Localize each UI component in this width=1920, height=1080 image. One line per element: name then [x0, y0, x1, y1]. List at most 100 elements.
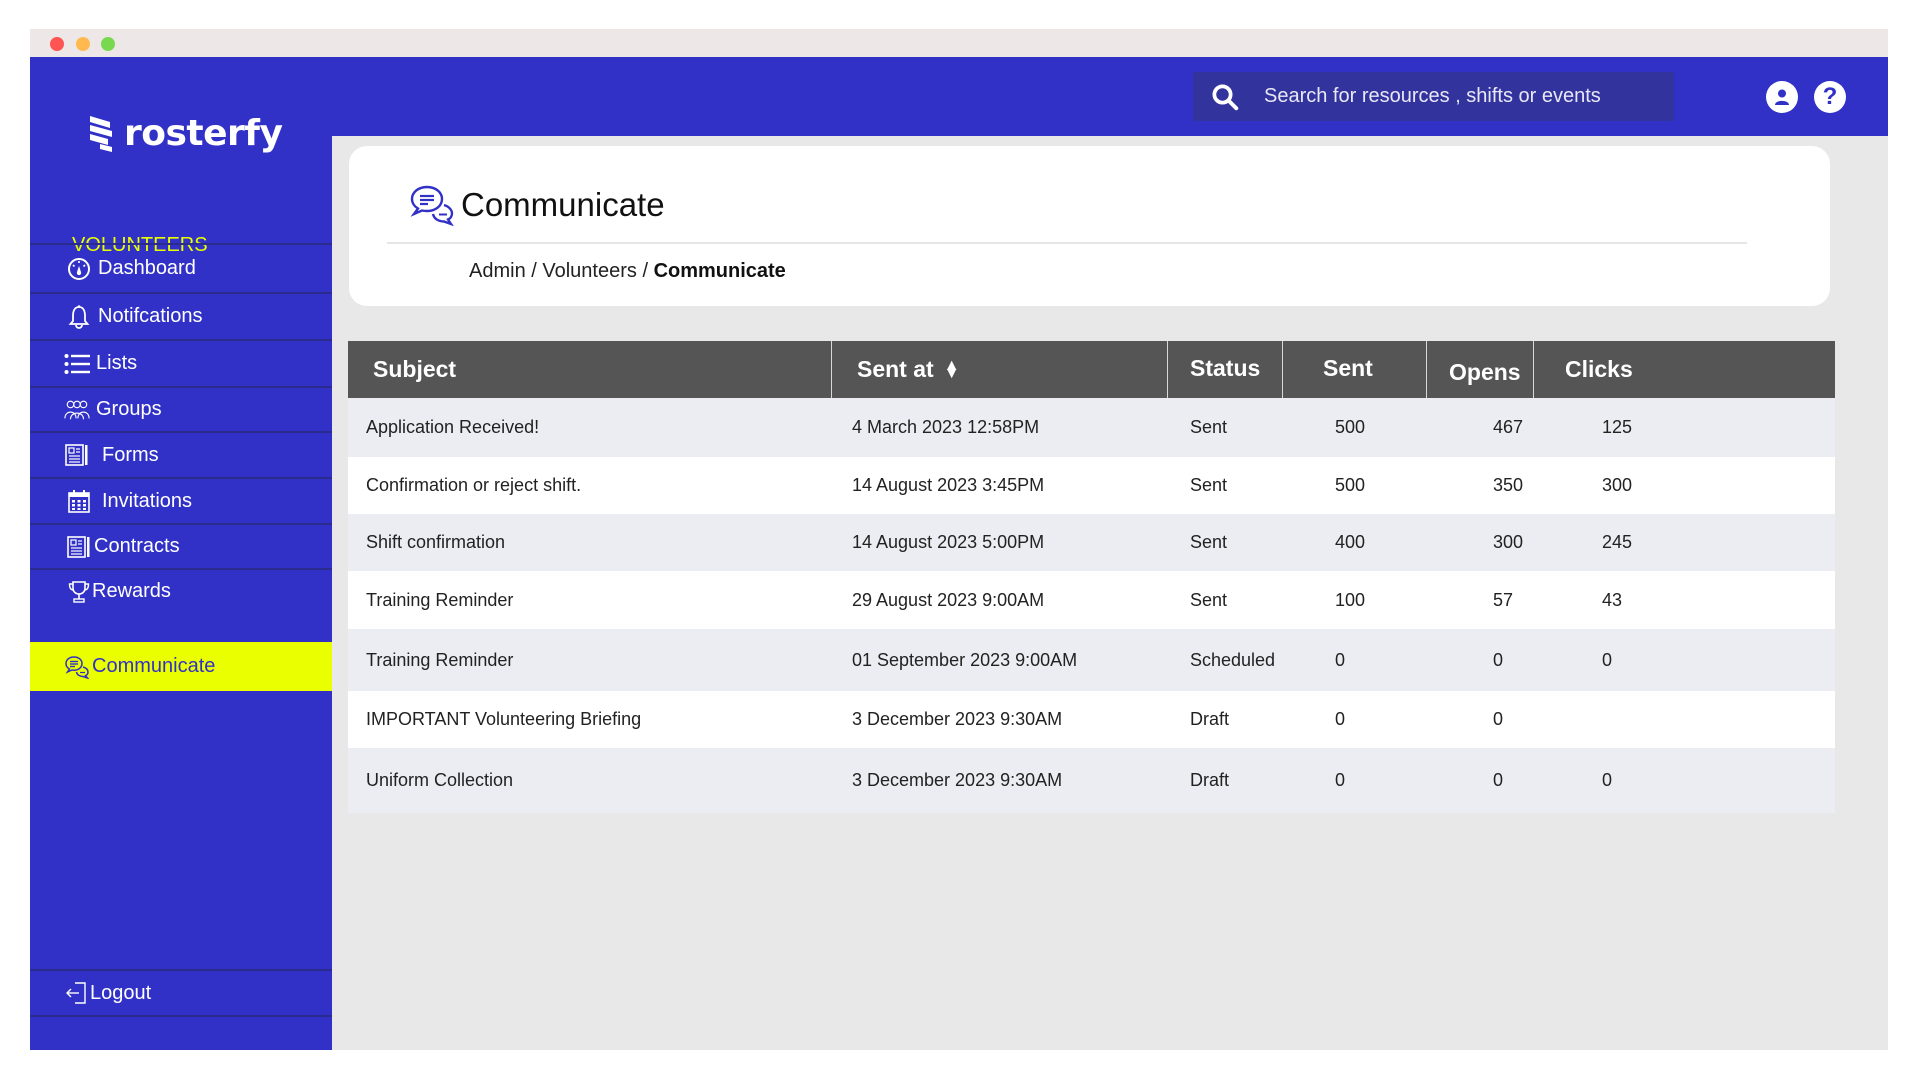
sidebar-item-label: Invitations	[102, 489, 193, 512]
breadcrumb-admin[interactable]: Admin	[469, 260, 526, 282]
close-window-button[interactable]	[50, 37, 64, 51]
minimize-window-button[interactable]	[76, 37, 90, 51]
cell-status: Draft	[1190, 709, 1230, 729]
list-icon	[64, 351, 90, 377]
cell-clicks: 300	[1602, 475, 1633, 495]
cell-subject: Training Reminder	[366, 649, 514, 670]
cell-status: Sent	[1190, 532, 1228, 552]
table-row[interactable]: Training Reminder 01 September 2023 9:00A…	[348, 629, 1835, 691]
cell-clicks: 43	[1602, 589, 1623, 610]
help-icon: ?	[1822, 83, 1838, 110]
chat-icon	[410, 185, 454, 226]
sidebar-item-label: Forms	[102, 443, 159, 466]
column-header-opens[interactable]: Opens	[1427, 341, 1534, 398]
sidebar-item-label: Communicate	[92, 655, 216, 677]
breadcrumb-separator: /	[636, 260, 654, 282]
window-titlebar	[30, 29, 1888, 57]
cell-clicks	[1534, 691, 1835, 748]
sidebar-item-label: Groups	[96, 398, 162, 420]
dashboard-icon	[66, 256, 92, 282]
column-header-subject[interactable]: Subject	[348, 341, 832, 398]
sort-icon[interactable]: ▲ ▼	[944, 357, 960, 381]
calendar-icon	[66, 488, 92, 514]
sidebar-item-notifications[interactable]: Notifcations	[30, 292, 332, 339]
rosterfy-logo[interactable]: rosterfy	[88, 113, 283, 154]
cell-opens: 57	[1493, 589, 1514, 610]
cell-clicks: 125	[1602, 417, 1633, 437]
search-input[interactable]	[1264, 85, 1664, 108]
column-header-sent[interactable]: Sent	[1283, 341, 1427, 398]
cell-sent-at: 29 August 2023 9:00AM	[852, 589, 1045, 610]
bell-icon	[66, 304, 92, 330]
sidebar-item-groups[interactable]: Groups	[30, 386, 332, 431]
contracts-icon	[66, 534, 92, 560]
cell-opens: 300	[1493, 532, 1524, 552]
breadcrumb: Admin / Volunteers / Communicate	[469, 260, 786, 283]
sidebar-item-label: Dashboard	[98, 257, 196, 279]
breadcrumb-current: Communicate	[653, 260, 786, 282]
table-row[interactable]: Training Reminder 29 August 2023 9:00AM Se…	[348, 571, 1835, 629]
table-header: Subject Sent at ▲ ▼ Status Sent Opens Clic…	[348, 341, 1835, 398]
cell-sent-at: 01 September 2023 9:00AM	[852, 649, 1078, 670]
column-header-clicks[interactable]: Clicks	[1534, 341, 1835, 398]
cell-clicks: 0	[1602, 770, 1613, 790]
page-header-card: Communicate Admin / Volunteers / Communi…	[349, 146, 1830, 306]
table-row[interactable]: Shift confirmation 14 August 2023 5:00PM S…	[348, 514, 1835, 571]
cell-clicks: 0	[1602, 649, 1613, 670]
sidebar-item-invitations[interactable]: Invitations	[30, 477, 332, 523]
page-title-row: Communicate	[409, 184, 665, 226]
user-profile-button[interactable]	[1766, 81, 1798, 113]
sidebar-item-lists[interactable]: Lists	[30, 339, 332, 386]
sidebar-item-dashboard[interactable]: Dashboard	[30, 243, 332, 292]
sidebar-item-label: Lists	[96, 352, 138, 374]
help-button[interactable]: ?	[1814, 81, 1846, 113]
cell-status: Sent	[1190, 475, 1228, 495]
trophy-icon	[66, 579, 92, 605]
cell-opens: 0	[1493, 770, 1504, 790]
table-row[interactable]: Confirmation or reject shift. 14 August 2…	[348, 457, 1835, 514]
cell-sent: 0	[1335, 709, 1346, 729]
cell-sent-at: 4 March 2023 12:58PM	[852, 417, 1040, 437]
cell-sent: 500	[1335, 417, 1366, 437]
table-row[interactable]: Uniform Collection 3 December 2023 9:30AM…	[348, 748, 1835, 813]
column-header-status[interactable]: Status	[1168, 341, 1283, 398]
logout-icon	[64, 980, 90, 1006]
communications-table: Subject Sent at ▲ ▼ Status Sent Opens Clic…	[348, 341, 1835, 813]
sidebar-item-communicate[interactable]: Communicate	[30, 642, 332, 691]
column-header-sent-at[interactable]: Sent at ▲ ▼	[832, 341, 1168, 398]
divider	[30, 1015, 332, 1017]
search-bar[interactable]	[1193, 72, 1674, 121]
cell-opens: 0	[1493, 709, 1504, 729]
cell-subject: IMPORTANT Volunteering Briefing	[366, 709, 642, 729]
table-row[interactable]: Application Received! 4 March 2023 12:58P…	[348, 398, 1835, 457]
cell-sent: 500	[1335, 475, 1366, 495]
column-label: Sent	[1323, 355, 1373, 381]
cell-subject: Uniform Collection	[366, 770, 514, 790]
sidebar-item-label: Contracts	[94, 535, 180, 557]
sidebar: rosterfy VOLUNTEERS Dashboard Notifcatio…	[30, 57, 332, 1050]
logout-button[interactable]: Logout	[30, 971, 332, 1015]
cell-subject: Application Received!	[366, 417, 540, 437]
table-row[interactable]: IMPORTANT Volunteering Briefing 3 Decembe…	[348, 691, 1835, 748]
chat-icon	[64, 654, 90, 680]
search-icon[interactable]	[1210, 82, 1240, 112]
sidebar-item-forms[interactable]: Forms	[30, 431, 332, 477]
sidebar-item-rewards[interactable]: Rewards	[30, 568, 332, 613]
breadcrumb-volunteers[interactable]: Volunteers	[542, 260, 637, 282]
cell-subject: Training Reminder	[366, 589, 514, 610]
cell-sent: 400	[1335, 532, 1366, 552]
column-label: Opens	[1449, 359, 1521, 385]
cell-opens: 350	[1493, 475, 1524, 495]
page-title: Communicate	[461, 186, 665, 223]
cell-sent-at: 3 December 2023 9:30AM	[852, 770, 1063, 790]
cell-clicks: 245	[1602, 532, 1633, 552]
cell-sent: 0	[1335, 770, 1346, 790]
breadcrumb-separator: /	[525, 260, 543, 282]
cell-status: Sent	[1190, 589, 1228, 610]
cell-sent-at: 14 August 2023 3:45PM	[852, 475, 1045, 495]
cell-subject: Shift confirmation	[366, 532, 506, 552]
maximize-window-button[interactable]	[101, 37, 115, 51]
groups-icon	[64, 397, 90, 423]
sidebar-item-contracts[interactable]: Contracts	[30, 523, 332, 568]
cell-sent: 100	[1335, 589, 1366, 610]
